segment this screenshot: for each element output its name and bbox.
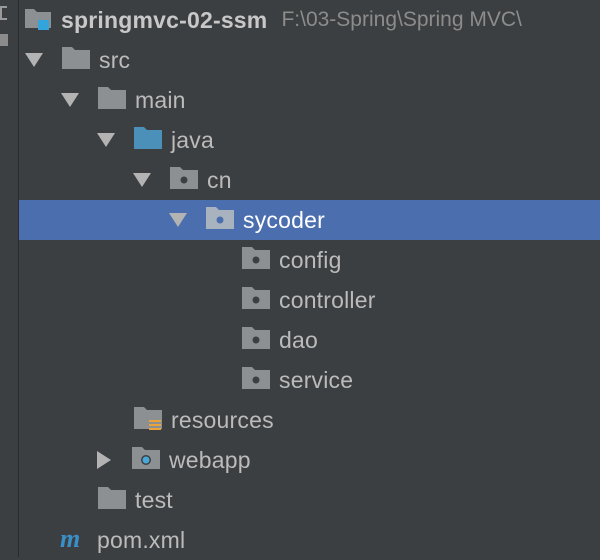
chevron-down-icon[interactable]: [169, 213, 187, 227]
tree-item-label: dao: [279, 326, 318, 353]
package-icon: [241, 245, 271, 276]
package-icon: [241, 325, 271, 356]
tree-item-test[interactable]: test: [19, 480, 600, 520]
tree-item-label: main: [135, 86, 186, 113]
tree-item-label: service: [279, 366, 354, 393]
chevron-down-icon[interactable]: [97, 133, 115, 147]
tree-item-label: resources: [171, 406, 274, 433]
tree-item-project-root[interactable]: springmvc-02-ssm F:\03-Spring\Spring MVC…: [19, 0, 600, 40]
tree-item-label: java: [171, 126, 214, 153]
tree-item-label: controller: [279, 286, 376, 313]
tree-item-config[interactable]: config: [19, 240, 600, 280]
tree-item-cn[interactable]: cn: [19, 160, 600, 200]
web-folder-icon: [131, 445, 161, 476]
package-icon: [241, 365, 271, 396]
tree-item-dao[interactable]: dao: [19, 320, 600, 360]
folder-icon: [61, 45, 91, 76]
tree-item-label: webapp: [169, 446, 251, 473]
tree-item-src[interactable]: src: [19, 40, 600, 80]
chevron-right-icon[interactable]: [97, 451, 111, 469]
tree-item-label: src: [99, 46, 131, 73]
gutter-block-icon: [0, 34, 8, 46]
tree-item-service[interactable]: service: [19, 360, 600, 400]
left-gutter: [0, 0, 19, 557]
tree-item-label: pom.xml: [97, 526, 186, 553]
svg-text:m: m: [60, 525, 80, 551]
tree-item-webapp[interactable]: webapp: [19, 440, 600, 480]
tree-item-sycoder[interactable]: sycoder: [19, 200, 600, 240]
resources-folder-icon: [133, 403, 163, 438]
tree-item-label: sycoder: [243, 206, 325, 233]
folder-icon: [97, 485, 127, 516]
tree-item-label: cn: [207, 166, 232, 193]
module-folder-icon: [23, 3, 53, 38]
project-path: F:\03-Spring\Spring MVC\: [281, 8, 522, 31]
chevron-down-icon[interactable]: [61, 93, 79, 107]
project-name: springmvc-02-ssm: [61, 6, 268, 33]
tree-item-resources[interactable]: resources: [19, 400, 600, 440]
source-root-folder-icon: [133, 125, 163, 156]
tree-item-main[interactable]: main: [19, 80, 600, 120]
folder-icon: [97, 85, 127, 116]
package-icon: [205, 205, 235, 236]
chevron-down-icon[interactable]: [133, 173, 151, 187]
gutter-bracket-icon: [0, 6, 7, 20]
tree-item-label: config: [279, 246, 342, 273]
tree-item-pom-xml[interactable]: m pom.xml: [19, 520, 600, 560]
maven-icon: m: [59, 524, 93, 556]
chevron-down-icon[interactable]: [25, 53, 43, 67]
tree-item-java[interactable]: java: [19, 120, 600, 160]
package-icon: [241, 285, 271, 316]
package-icon: [169, 165, 199, 196]
tree-item-label: test: [135, 486, 173, 513]
tree-item-controller[interactable]: controller: [19, 280, 600, 320]
